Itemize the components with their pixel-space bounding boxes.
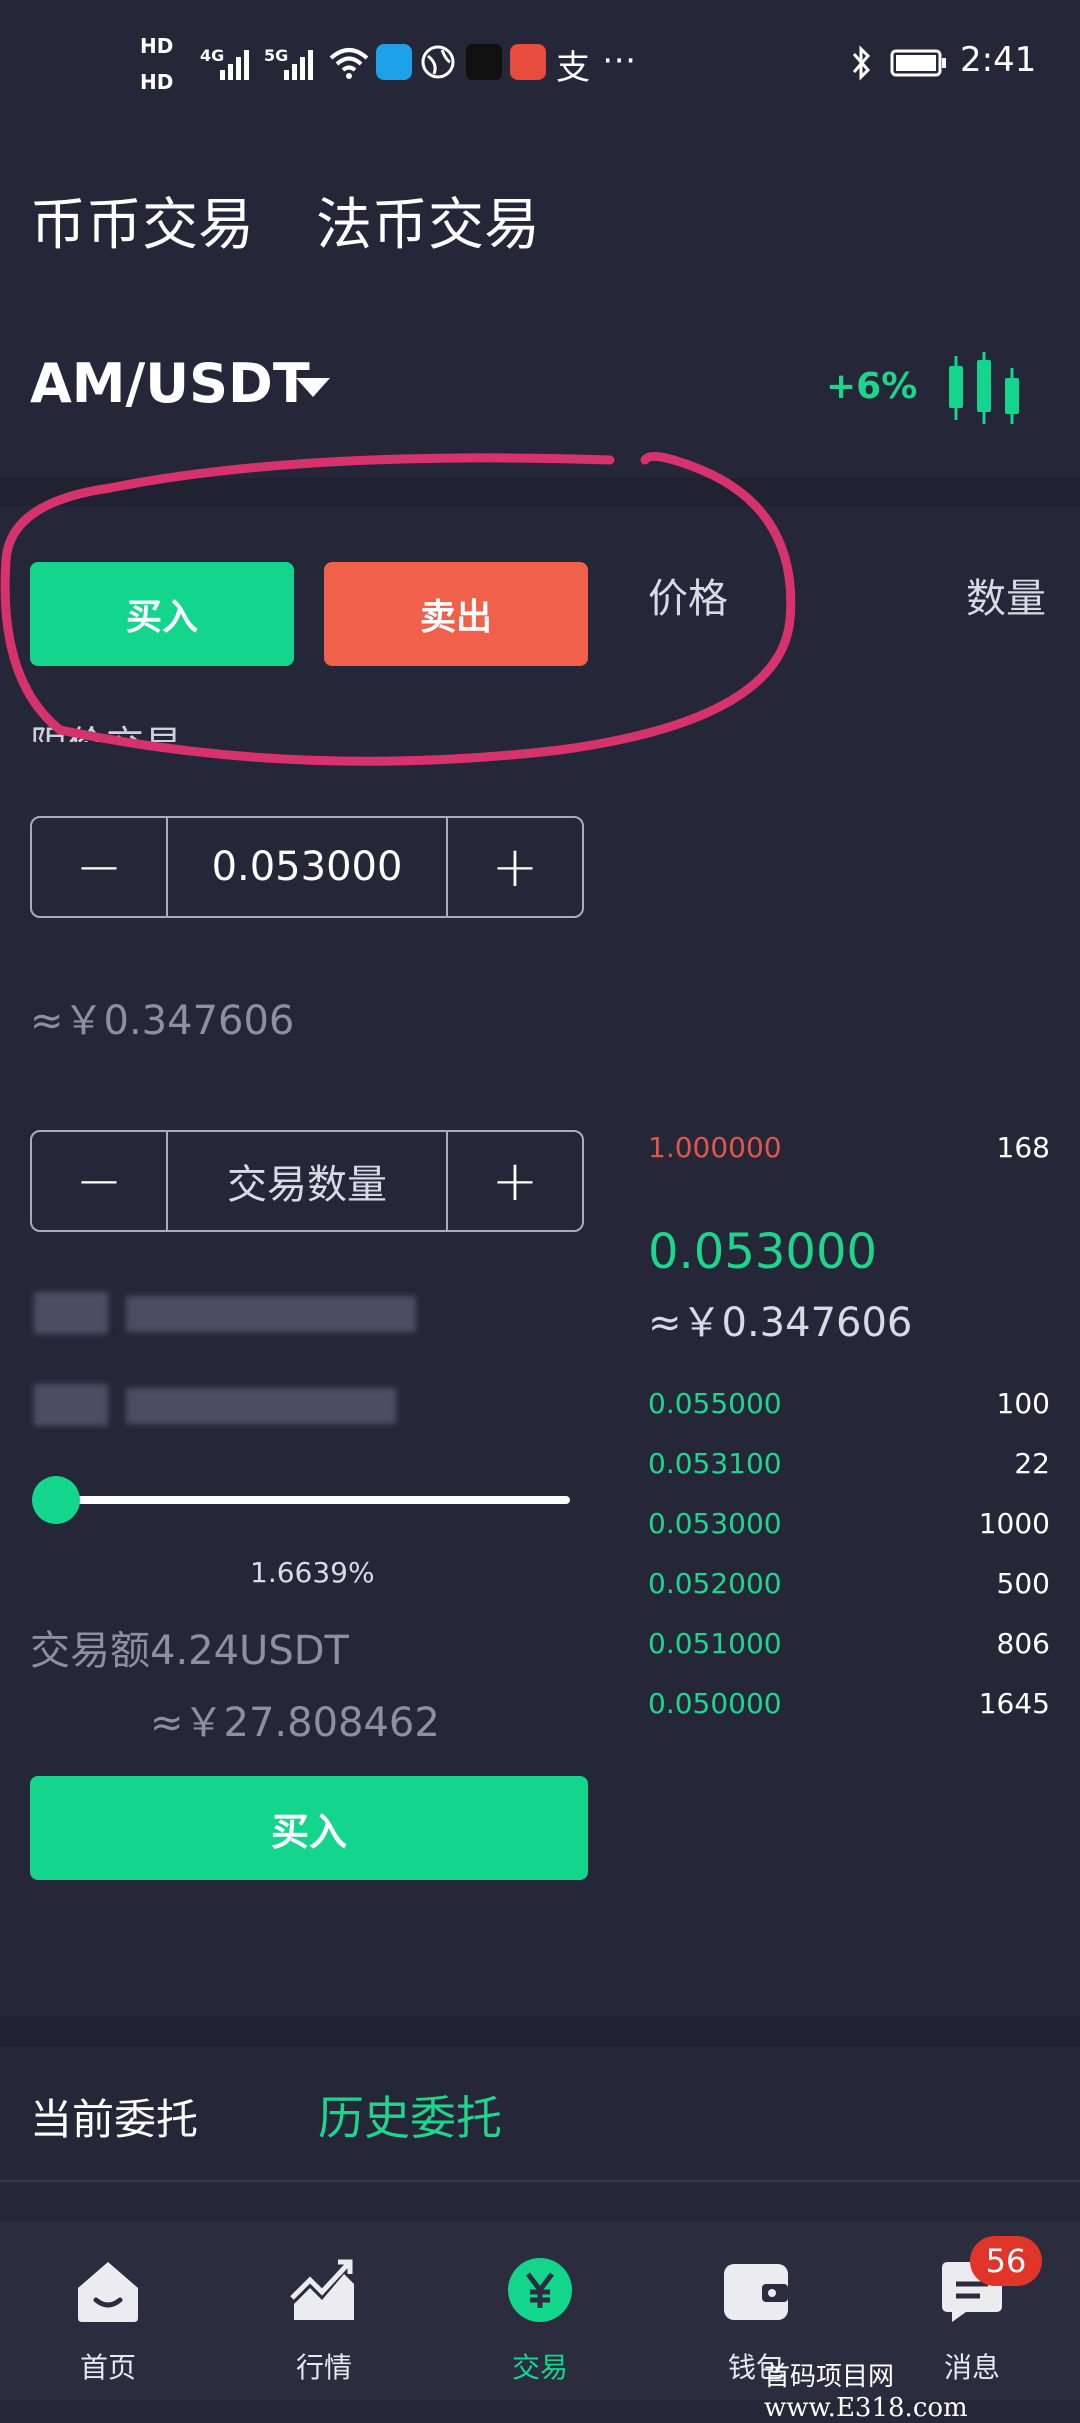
nav-item-trade[interactable]: 交易: [432, 2222, 648, 2400]
order-type-label[interactable]: 限价交易: [30, 714, 182, 742]
price-stepper: − 0.053000 +: [30, 816, 584, 918]
bid-price: 0.053100: [648, 1446, 782, 1480]
orderbook-price-header: 价格: [648, 576, 728, 622]
bluetooth-icon: [852, 45, 871, 81]
wifi-icon: [329, 48, 369, 79]
tab-order-history[interactable]: 历史委托: [318, 2082, 502, 2148]
hd-badge-2: HD: [140, 70, 174, 94]
ask-price: 1.000000: [648, 1130, 782, 1164]
signal-icon: [220, 50, 249, 80]
nav-label-market: 行情: [295, 2351, 352, 2384]
nav-label-home: 首页: [79, 2351, 136, 2384]
bid-price: 0.051000: [648, 1626, 782, 1660]
nav-item-home[interactable]: 首页: [0, 2222, 216, 2400]
trade-amount-cny-equivalent: ≈￥27.808462: [150, 1700, 440, 1746]
amount-slider-track[interactable]: [38, 1496, 570, 1504]
signal-icon-2: [284, 50, 313, 80]
battery-icon: [890, 49, 946, 77]
buy-tab-button[interactable]: 买入: [30, 562, 294, 666]
yen-icon: [508, 2258, 572, 2322]
bid-row[interactable]: 0.053000 1000: [648, 1498, 1050, 1548]
nav-item-market[interactable]: 行情: [216, 2222, 432, 2400]
quantity-input[interactable]: 交易数量: [166, 1132, 448, 1230]
buy-submit-button[interactable]: 买入: [30, 1776, 588, 1880]
bid-quantity: 1000: [978, 1506, 1050, 1540]
candlestick-chart-icon[interactable]: [944, 352, 1024, 424]
app-icon-dark: [466, 44, 502, 80]
bid-price: 0.050000: [648, 1686, 782, 1720]
nav-label-trade: 交易: [511, 2351, 568, 2384]
bid-quantity: 500: [996, 1566, 1050, 1600]
price-decrease-button[interactable]: −: [32, 818, 166, 916]
caret-down-icon[interactable]: [296, 378, 330, 397]
redacted-value-1: [126, 1296, 416, 1332]
redacted-label-1: [34, 1292, 108, 1334]
message-count-badge: 56: [970, 2236, 1042, 2286]
orders-divider: [0, 2180, 1080, 2182]
app-icon-red: [510, 44, 546, 80]
pair-selector[interactable]: AM/USDT: [30, 352, 310, 415]
bid-quantity: 100: [996, 1386, 1050, 1420]
bid-row[interactable]: 0.053100 22: [648, 1438, 1050, 1488]
quantity-increase-button[interactable]: +: [448, 1132, 582, 1230]
zhi-icon: 支: [556, 48, 590, 88]
ask-row[interactable]: 1.000000 168: [648, 1122, 1050, 1172]
price-input[interactable]: 0.053000: [166, 818, 448, 916]
bid-price: 0.053000: [648, 1506, 782, 1540]
price-cny-equivalent: ≈￥0.347606: [30, 998, 295, 1044]
redacted-label-2: [34, 1384, 108, 1426]
tab-fiat-trading[interactable]: 法币交易: [316, 180, 540, 261]
amount-slider-handle[interactable]: [32, 1476, 80, 1524]
last-price-cny-equivalent: ≈￥0.347606: [648, 1300, 913, 1346]
price-change: +6%: [826, 366, 918, 407]
hd-badge-1: HD: [140, 34, 174, 58]
bid-row[interactable]: 0.051000 806: [648, 1618, 1050, 1668]
quantity-decrease-button[interactable]: −: [32, 1132, 166, 1230]
home-icon: [78, 2262, 138, 2322]
more-notifications-icon: ⋯: [602, 40, 636, 80]
slider-percentage: 1.6639%: [250, 1556, 375, 1589]
bid-quantity: 1645: [978, 1686, 1050, 1720]
section-divider-2: [0, 2016, 1080, 2046]
globe-icon: [421, 45, 455, 79]
trade-amount: 交易额4.24USDT: [30, 1628, 349, 1674]
wallet-icon: [724, 2264, 788, 2320]
ask-quantity: 168: [996, 1130, 1050, 1164]
bid-price: 0.052000: [648, 1566, 782, 1600]
redacted-value-2: [126, 1388, 396, 1424]
clock: 2:41: [960, 40, 1037, 80]
tab-spot-trading[interactable]: 币币交易: [30, 180, 254, 261]
quantity-stepper: − 交易数量 +: [30, 1130, 584, 1232]
orderbook-quantity-header: 数量: [966, 576, 1046, 622]
chart-icon: [290, 2259, 354, 2320]
status-bar: HD HD 4G 5G 支 ⋯ 2:41: [0, 0, 1080, 130]
bid-row[interactable]: 0.050000 1645: [648, 1678, 1050, 1728]
section-divider: [0, 478, 1080, 506]
sell-tab-button[interactable]: 卖出: [324, 562, 588, 666]
bid-row[interactable]: 0.052000 500: [648, 1558, 1050, 1608]
last-price: 0.053000: [648, 1224, 878, 1280]
k-app-icon: [376, 44, 412, 80]
bid-quantity: 806: [996, 1626, 1050, 1660]
bid-quantity: 22: [1014, 1446, 1050, 1480]
price-increase-button[interactable]: +: [448, 818, 582, 916]
watermark: 首码项目网 www.E318.com: [764, 2362, 968, 2423]
tab-current-orders[interactable]: 当前委托: [30, 2086, 198, 2147]
bid-price: 0.055000: [648, 1386, 782, 1420]
bid-row[interactable]: 0.055000 100: [648, 1378, 1050, 1428]
